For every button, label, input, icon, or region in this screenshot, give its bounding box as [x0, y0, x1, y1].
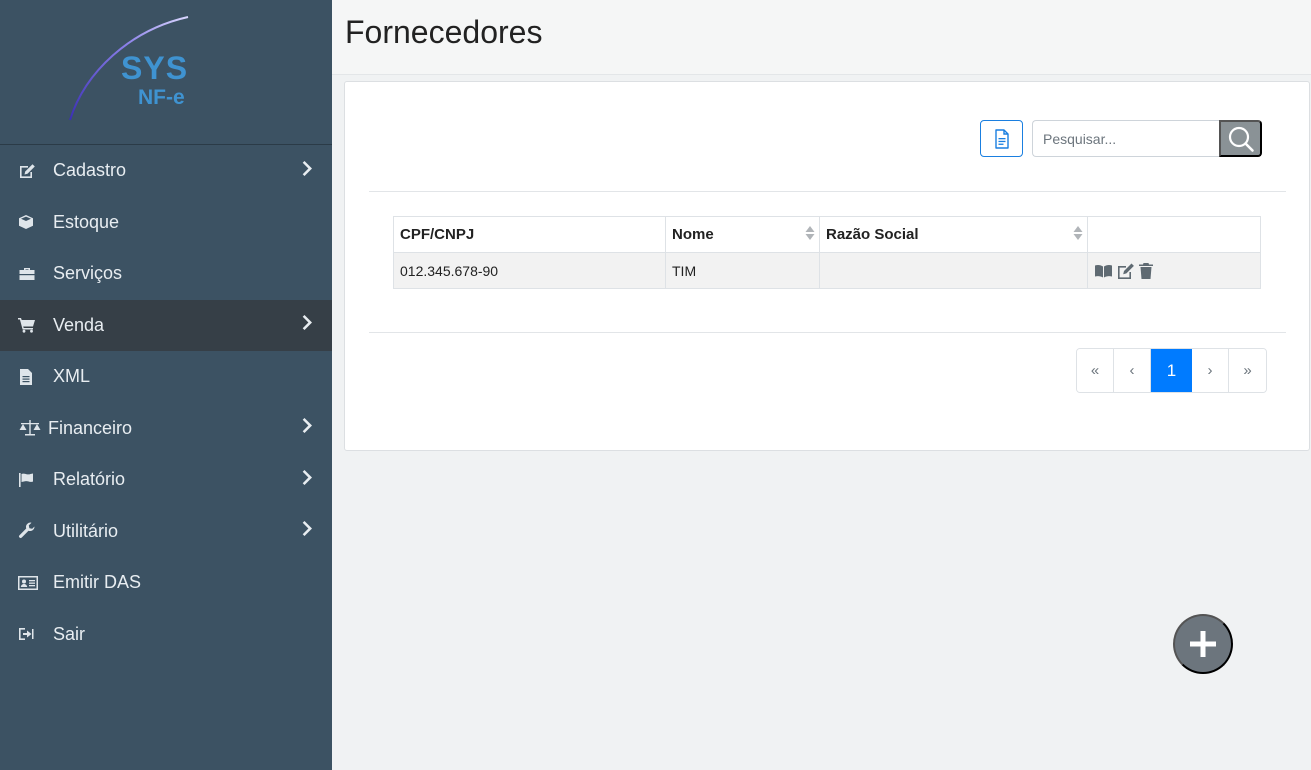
pagination-next[interactable]: › [1192, 349, 1229, 392]
logo-text-sys: SYS [121, 50, 189, 86]
page-title: Fornecedores [345, 14, 543, 50]
search-button[interactable] [1219, 120, 1262, 157]
sidebar-item-label: Venda [53, 314, 105, 335]
box-icon [18, 213, 40, 231]
sidebar-item-label: Serviços [53, 263, 123, 284]
pagination-prev[interactable]: ‹ [1114, 349, 1151, 392]
sidebar-item-label: Estoque [53, 211, 120, 232]
flag-icon [18, 471, 40, 489]
column-header-label: Razão Social [826, 226, 919, 243]
chevron-right-icon [302, 468, 314, 491]
page-header: Fornecedores [332, 0, 1311, 75]
sidebar-item-relatorio[interactable]: Relatório [0, 454, 332, 506]
sidebar: SYS NF-e Cadastro Estoque Serviços Venda… [0, 0, 332, 770]
sidebar-menu: Cadastro Estoque Serviços Venda XML Fina… [0, 145, 332, 660]
cell-actions [1087, 252, 1261, 289]
table-row[interactable]: 012.345.678-90 TIM [393, 252, 1261, 289]
document-icon [994, 128, 1009, 149]
column-header-razao-social[interactable]: Razão Social [819, 216, 1088, 253]
pagination: « ‹ 1 › » [1076, 348, 1267, 393]
logo-text-nfe: NF-e [138, 86, 185, 109]
column-header-actions [1087, 216, 1261, 253]
suppliers-table: CPF/CNPJ Nome Razão Social 012.345.678-9… [393, 216, 1261, 289]
sidebar-item-venda[interactable]: Venda [0, 299, 332, 351]
edit-icon[interactable] [1116, 262, 1135, 280]
scale-icon [18, 419, 42, 437]
sidebar-item-label: Emitir DAS [53, 572, 142, 593]
cart-icon [18, 316, 40, 334]
sidebar-item-label: Relatório [53, 469, 126, 490]
file-icon [18, 368, 40, 386]
divider [369, 191, 1286, 192]
sort-icon [805, 225, 815, 245]
trash-icon[interactable] [1138, 262, 1154, 280]
column-header-label: CPF/CNPJ [400, 226, 475, 243]
search-icon [1228, 126, 1254, 152]
briefcase-icon [18, 265, 40, 283]
column-header-cpf-cnpj[interactable]: CPF/CNPJ [393, 216, 666, 253]
cell-nome: TIM [665, 252, 820, 289]
sidebar-item-financeiro[interactable]: Financeiro [0, 403, 332, 455]
export-button[interactable] [980, 120, 1023, 157]
add-supplier-button[interactable] [1173, 614, 1233, 674]
sidebar-item-utilitario[interactable]: Utilitário [0, 506, 332, 558]
logo: SYS NF-e [0, 0, 332, 145]
view-book-icon[interactable] [1094, 263, 1113, 279]
chevron-right-icon [302, 159, 314, 182]
edit-icon [18, 162, 40, 180]
sidebar-item-cadastro[interactable]: Cadastro [0, 145, 332, 197]
pagination-page-current[interactable]: 1 [1151, 349, 1192, 392]
column-header-label: Nome [672, 226, 714, 243]
plus-icon [1190, 631, 1216, 657]
sidebar-item-xml[interactable]: XML [0, 351, 332, 403]
sign-out-icon [18, 625, 40, 643]
sidebar-item-label: XML [53, 366, 91, 387]
sidebar-item-emitir-das[interactable]: Emitir DAS [0, 557, 332, 609]
sidebar-item-label: Financeiro [48, 417, 133, 438]
pagination-last[interactable]: » [1229, 349, 1266, 392]
sidebar-item-sair[interactable]: Sair [0, 609, 332, 661]
wrench-icon [18, 522, 40, 540]
chevron-right-icon [302, 520, 314, 543]
sidebar-item-label: Utilitário [53, 520, 119, 541]
cell-cpf-cnpj: 012.345.678-90 [393, 252, 666, 289]
id-card-icon [18, 574, 40, 592]
column-header-nome[interactable]: Nome [665, 216, 820, 253]
pagination-first[interactable]: « [1077, 349, 1114, 392]
sort-icon [1073, 225, 1083, 245]
chevron-right-icon [302, 417, 314, 440]
cell-razao-social [819, 252, 1088, 289]
divider [369, 332, 1286, 333]
content-card: CPF/CNPJ Nome Razão Social 012.345.678-9… [344, 81, 1310, 451]
chevron-right-icon [302, 314, 314, 337]
search-input[interactable] [1032, 120, 1220, 157]
sidebar-item-estoque[interactable]: Estoque [0, 197, 332, 249]
table-header-row: CPF/CNPJ Nome Razão Social [393, 216, 1261, 253]
sidebar-item-label: Cadastro [53, 160, 127, 181]
sidebar-item-servicos[interactable]: Serviços [0, 248, 332, 300]
sidebar-item-label: Sair [53, 623, 86, 644]
